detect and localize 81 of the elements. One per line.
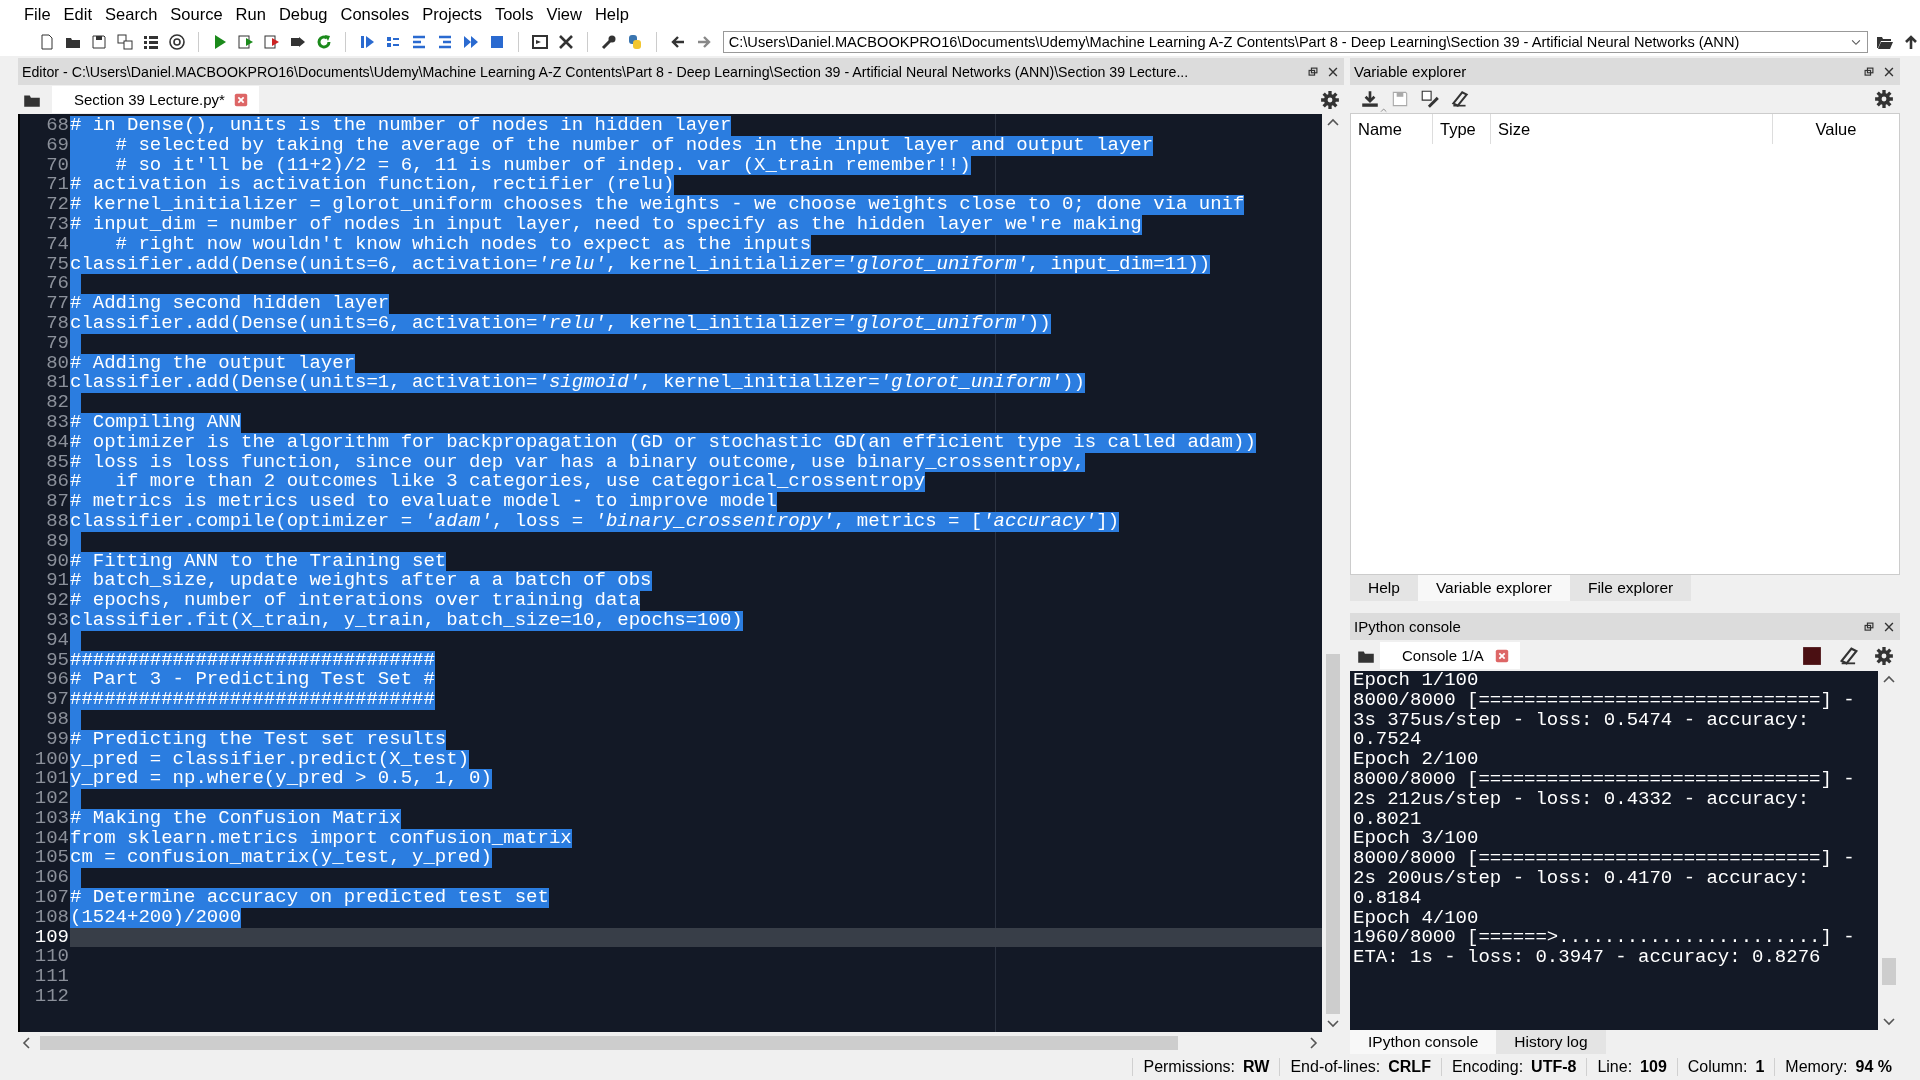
scrollbar-thumb[interactable] xyxy=(40,1036,1178,1050)
run-cell-icon[interactable] xyxy=(236,33,255,51)
console-line: Epoch 1/100 xyxy=(1353,671,1480,691)
fullscreen-icon[interactable] xyxy=(556,33,575,51)
scrollbar-thumb[interactable] xyxy=(1882,958,1896,986)
status-value: CRLF xyxy=(1388,1058,1431,1076)
menu-item[interactable]: Search xyxy=(99,4,165,24)
console-line: 1960/8000 [======>.......................] - xyxy=(1353,928,1856,949)
wrench-icon[interactable] xyxy=(599,33,618,51)
menu-item[interactable]: Help xyxy=(588,4,636,24)
save-icon[interactable] xyxy=(90,33,108,51)
status-label: Permissions: xyxy=(1143,1058,1236,1076)
new-file-icon[interactable] xyxy=(38,33,56,51)
console-line: Epoch 2/100 xyxy=(1353,750,1480,770)
column-header[interactable]: Value xyxy=(1773,114,1899,144)
status-label: Memory: xyxy=(1785,1058,1848,1076)
file-tab[interactable]: Section 39 Lecture.py* xyxy=(52,86,259,113)
pane-title: IPython console xyxy=(1354,618,1462,635)
status-label: Line: xyxy=(1597,1058,1633,1076)
list-icon[interactable] xyxy=(142,33,160,51)
pane-title: Variable explorer xyxy=(1354,63,1468,80)
maximize-icon[interactable] xyxy=(530,33,549,51)
status-label: Column: xyxy=(1687,1058,1748,1076)
console-line: 2s 200us/step - loss: 0.4170 - accuracy: xyxy=(1353,868,1810,889)
interrupt-icon[interactable] xyxy=(1802,645,1822,666)
menu-item[interactable]: Consoles xyxy=(334,4,417,24)
save-icon xyxy=(1390,89,1410,109)
continue-icon[interactable] xyxy=(461,33,480,51)
column-header[interactable]: Type xyxy=(1433,114,1491,144)
status-label: End-of-lines: xyxy=(1290,1058,1381,1076)
status-value: RW xyxy=(1243,1058,1270,1076)
status-value: 94 % xyxy=(1855,1058,1892,1076)
tab-close-icon[interactable] xyxy=(1493,647,1510,664)
eraser-icon[interactable] xyxy=(1450,89,1470,109)
import-data-icon[interactable] xyxy=(1360,89,1380,109)
console-line: 0.8184 xyxy=(1353,888,1422,909)
pane-tab[interactable]: IPython console xyxy=(1350,1030,1497,1054)
tab-close-icon[interactable] xyxy=(232,91,249,108)
status-label: Encoding: xyxy=(1451,1058,1524,1076)
undock-icon[interactable] xyxy=(1862,619,1876,634)
eraser-icon[interactable] xyxy=(1838,644,1860,667)
console-line: 8000/8000 [==============================] - xyxy=(1353,690,1856,711)
console-line: 0.8021 xyxy=(1353,809,1422,830)
scrollbar-thumb[interactable] xyxy=(1326,654,1340,1014)
settings-icon[interactable] xyxy=(1874,89,1894,109)
menu-item[interactable]: Tools xyxy=(488,4,541,24)
path-field[interactable]: C:\Users\Daniel.MACBOOKPRO16\Documents\Udemy\Machine Learning A-Z Contents\Part 8 - Deep Learning\Section 39 - Artificial Neural Networks (ANN) xyxy=(722,31,1868,53)
column-header[interactable]: Size xyxy=(1491,114,1773,144)
menu-item[interactable]: Edit xyxy=(57,4,100,24)
console-line: 8000/8000 [==============================] - xyxy=(1353,770,1856,790)
menu-item[interactable]: File xyxy=(18,4,58,24)
pane-tab[interactable]: Variable explorer xyxy=(1417,575,1570,601)
pane-tab[interactable]: History log xyxy=(1496,1030,1606,1054)
menu-item[interactable]: Source xyxy=(164,4,230,24)
console-line: 8000/8000 [==============================] - xyxy=(1353,849,1856,869)
pane-tab[interactable]: File explorer xyxy=(1569,575,1692,601)
menu-item[interactable]: Debug xyxy=(272,4,335,24)
undock-icon[interactable] xyxy=(1306,64,1320,79)
menu-item[interactable]: Projects xyxy=(416,4,489,24)
settings-icon[interactable] xyxy=(1320,89,1340,110)
save-all-icon[interactable] xyxy=(116,33,134,51)
status-value: 1 xyxy=(1755,1058,1765,1076)
console-tab[interactable]: Console 1/A xyxy=(1380,642,1520,669)
console-line: ETA: 1s - loss: 0.3947 - accuracy: 0.8276 xyxy=(1353,948,1822,968)
status-value: 109 xyxy=(1640,1058,1667,1076)
run-cell-advance-icon[interactable] xyxy=(262,33,281,51)
pane-title: Editor - C:\Users\Daniel.MACBOOKPRO16\Documents\Udemy\Machine Learning A-Z Contents\Part 8 - Deep Learning\Section 39 - Artificial Neural Networks (ANN)\Section 39 Lecture... xyxy=(22,63,1190,80)
at-sign-icon[interactable] xyxy=(168,33,186,51)
pane-tab[interactable]: Help xyxy=(1350,575,1418,601)
console-line: Epoch 3/100 xyxy=(1353,829,1480,850)
console-line: 3s 375us/step - loss: 0.5474 - accuracy: xyxy=(1353,710,1810,731)
column-header[interactable]: Name xyxy=(1351,114,1433,144)
menu-item[interactable]: View xyxy=(540,4,589,24)
save-as-icon[interactable] xyxy=(1420,89,1440,109)
menu-item[interactable]: Run xyxy=(229,4,273,24)
undock-icon[interactable] xyxy=(1862,64,1876,79)
console-line: 2s 212us/step - loss: 0.4332 - accuracy: xyxy=(1353,789,1810,810)
status-value: UTF-8 xyxy=(1531,1058,1577,1076)
console-line: Epoch 4/100 xyxy=(1353,908,1480,929)
settings-icon[interactable] xyxy=(1874,645,1894,666)
console-line: 0.7524 xyxy=(1353,730,1422,751)
